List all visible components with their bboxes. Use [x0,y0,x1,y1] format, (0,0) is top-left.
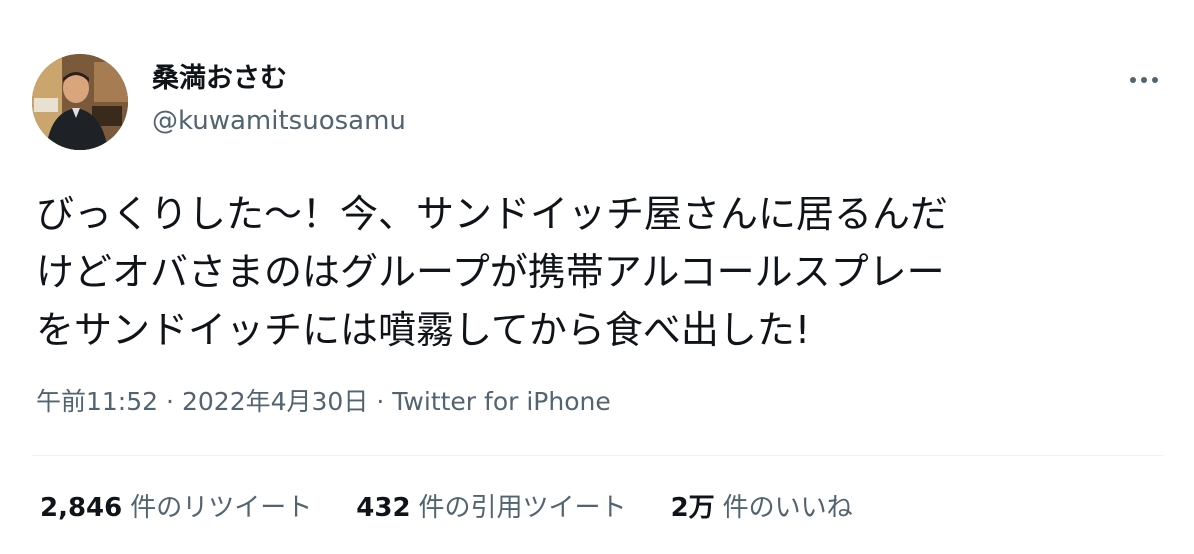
quote-label: 件の引用ツイート [418,493,627,523]
tweet-time[interactable]: 午前11:52 [36,387,158,416]
more-options-button[interactable] [1122,62,1166,98]
retweet-label: 件のリツイート [130,493,313,523]
display-name[interactable]: 桑満おさむ [152,62,287,96]
meta-separator: · [166,387,174,416]
user-handle[interactable]: @kuwamitsuosamu [152,104,406,138]
avatar-image [32,54,128,150]
retweet-count[interactable]: 2,846 件のリツイート [40,490,312,526]
like-label: 件のいいね [722,493,853,523]
tweet-source[interactable]: Twitter for iPhone [392,387,610,416]
more-horizontal-icon [1130,77,1158,83]
tweet-text: びっくりした〜！今、サンドイッチ屋さんに居るんだ けどオバさまのはグループが携帯… [36,185,1166,359]
tweet-text-line: けどオバさまのはグループが携帯アルコールスプレー [36,250,945,294]
quote-count[interactable]: 432 件の引用ツイート [356,490,626,526]
divider [32,455,1164,456]
avatar[interactable] [32,54,128,150]
retweet-number: 2,846 [40,493,123,523]
tweet-date[interactable]: 2022年4月30日 [182,387,368,416]
tweet-text-line: びっくりした〜！今、サンドイッチ屋さんに居るんだ [36,192,949,236]
tweet-metadata: 午前11:52 · 2022年4月30日 · Twitter for iPhone [36,384,611,420]
quote-number: 432 [356,493,411,523]
tweet-stats: 2,846 件のリツイート 432 件の引用ツイート 2万 件のいいね [40,490,897,526]
like-number: 2万 [670,493,715,523]
meta-separator: · [376,387,385,416]
tweet-text-line: をサンドイッチには噴霧してから食べ出した! [36,308,811,352]
like-count[interactable]: 2万 件のいいね [671,490,853,526]
